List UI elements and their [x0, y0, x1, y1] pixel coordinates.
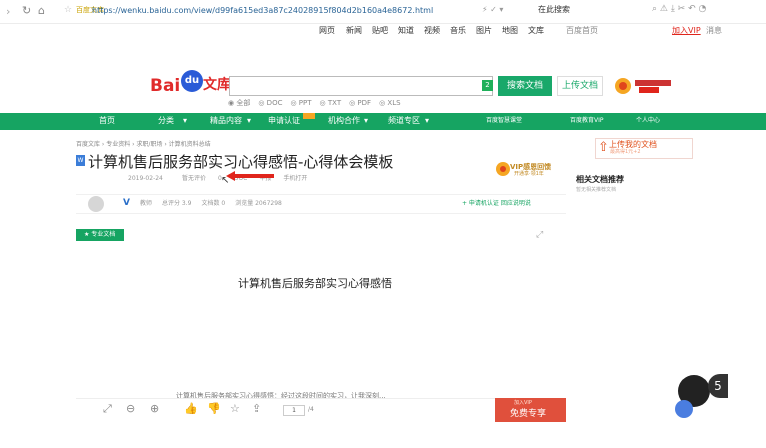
nav-smart-class[interactable]: 百度智慧课堂: [486, 118, 522, 124]
nav-category-caret-icon: ▾: [183, 116, 188, 125]
home-icon[interactable]: ⌂: [38, 5, 45, 16]
upload-card-sub: 最高得1元+2: [610, 149, 641, 155]
page-number-input[interactable]: 1: [283, 405, 305, 416]
search-button[interactable]: 搜索文档: [498, 76, 552, 96]
top-link-image[interactable]: 图片: [476, 27, 492, 35]
baidu-top-links: 网页 新闻 贴吧 知道 视频 音乐 图片 地图 文库 百度首页 加入VIP 消息: [0, 24, 766, 42]
doc-body-title: 计算机售后服务部实习心得感悟: [238, 277, 392, 290]
zoom-in-icon[interactable]: ⊕: [150, 403, 159, 414]
top-link-join-vip[interactable]: 加入VIP: [672, 27, 701, 35]
filter-xls[interactable]: ◎ XLS: [379, 99, 400, 107]
top-link-messages[interactable]: 消息: [706, 27, 722, 35]
filter-all[interactable]: ◉ 全部: [228, 99, 250, 107]
author-doc-count: 文档数 0: [201, 200, 226, 207]
upload-arrow-icon: ⇧: [598, 140, 609, 155]
nav-user-center[interactable]: 个人中心: [636, 118, 660, 124]
nav-certify[interactable]: 申请认证: [268, 117, 300, 125]
nav-category[interactable]: 分类: [158, 117, 174, 125]
nav-edu-vip[interactable]: 百度教育VIP: [570, 118, 604, 124]
logo-paw-icon[interactable]: du: [181, 70, 203, 92]
top-link-map[interactable]: 地图: [502, 27, 518, 35]
pro-doc-label: ★ 专业文档: [76, 229, 124, 241]
document-page: [76, 245, 566, 395]
top-link-baidu-home[interactable]: 百度首页: [566, 27, 598, 35]
upload-card-title[interactable]: 上传我的文档: [609, 141, 657, 149]
bookmark-star-icon[interactable]: ☆: [64, 6, 72, 15]
top-link-web[interactable]: 网页: [319, 27, 335, 35]
top-link-zhidao[interactable]: 知道: [398, 27, 414, 35]
join-vip-label[interactable]: 加入VIP: [514, 401, 532, 406]
top-link-video[interactable]: 视频: [424, 27, 440, 35]
fullscreen-icon[interactable]: ⤢: [103, 403, 112, 414]
floating-help-icon[interactable]: [675, 400, 693, 418]
author-stats: 教师 总评分 3.9 文档数 0 浏览量 2067298: [140, 201, 292, 207]
nav-home[interactable]: 首页: [99, 117, 115, 125]
favorite-star-icon[interactable]: ☆: [230, 403, 240, 414]
back-icon[interactable]: ›: [6, 6, 10, 17]
nav-new-badge: [303, 113, 315, 119]
related-docs-empty: 暂无相关推荐文档: [576, 187, 617, 193]
nav-channel[interactable]: 频道专区: [388, 117, 420, 125]
breadcrumb[interactable]: 百度文库 › 专业资料 › 求职/职场 › 计算机资料总结: [76, 142, 211, 148]
browser-tools-icons[interactable]: ⌕ ⚠ ⤓ ✂ ↶ ◔: [652, 5, 706, 14]
nav-institution[interactable]: 机构合作: [328, 117, 360, 125]
doc-title: 计算机售后服务部实习心得感悟-心得体会模板: [88, 153, 394, 171]
filter-ppt[interactable]: ◎ PPT: [290, 99, 311, 107]
free-exclusive-label[interactable]: 免费专享: [510, 410, 546, 419]
lightning-icon[interactable]: ⚡ ✓ ▾: [482, 6, 503, 14]
vip-feedback-sub: 开通享·领1年: [514, 171, 544, 177]
browser-search[interactable]: 在此搜索: [538, 6, 570, 14]
author-role: 教师: [140, 200, 153, 207]
author-score: 总评分 3.9: [162, 200, 192, 207]
mouse-cursor-icon: ↖: [221, 175, 230, 186]
doc-rating: 暂无评价: [182, 175, 207, 182]
like-icon[interactable]: 👍: [184, 403, 198, 414]
top-link-tieba[interactable]: 贴吧: [372, 27, 388, 35]
refresh-icon[interactable]: ↻: [22, 5, 31, 16]
nav-channel-caret-icon: ▾: [425, 116, 430, 125]
top-link-music[interactable]: 音乐: [450, 27, 466, 35]
nav-institution-caret-icon: ▾: [364, 116, 369, 125]
filter-pdf[interactable]: ◎ PDF: [349, 99, 371, 107]
file-type-filters: ◉ 全部 ◎ DOC ◎ PPT ◎ TXT ◎ PDF ◎ XLS: [228, 100, 409, 107]
filter-doc[interactable]: ◎ DOC: [258, 99, 282, 107]
doc-date: 2019-02-24: [128, 175, 163, 182]
logo-wenku[interactable]: 文库: [203, 78, 231, 92]
pro-doc-label-text: 专业文档: [91, 231, 116, 238]
logo-bai[interactable]: Bai: [150, 78, 180, 95]
dislike-icon[interactable]: 👎: [207, 403, 221, 414]
zoom-out-icon[interactable]: ⊖: [126, 403, 135, 414]
fullscreen-expand-icon[interactable]: ⤢: [536, 231, 543, 240]
filter-txt[interactable]: ◎ TXT: [320, 99, 342, 107]
page-total: /4: [308, 406, 314, 413]
follow-link[interactable]: + 申请机认证 回应说明说: [462, 201, 531, 207]
search-input[interactable]: [229, 76, 493, 96]
verified-v-icon: V: [123, 198, 130, 208]
avatar[interactable]: [88, 196, 104, 212]
search-badge: 2: [482, 80, 493, 91]
main-nav: 首页 分类 ▾ 精品内容 ▾ 申请认证 机构合作 ▾ 频道专区 ▾ 百度智慧课堂…: [0, 113, 766, 130]
red-arrow-shaft: [234, 174, 274, 178]
vip-promo-banner[interactable]: [613, 75, 675, 97]
share-icon[interactable]: ⇪: [252, 403, 261, 414]
address-bar[interactable]: https://wenku.baidu.com/view/d99fa615ed3…: [92, 7, 433, 15]
floating-badge-number[interactable]: 5: [708, 374, 728, 398]
top-link-wenku[interactable]: 文库: [528, 27, 544, 35]
author-view-count: 浏览量 2067298: [235, 200, 282, 207]
related-docs-title: 相关文档推荐: [576, 175, 624, 184]
word-doc-icon: W: [76, 155, 85, 166]
upload-doc-button[interactable]: 上传文档: [557, 76, 603, 96]
vip-feedback-title[interactable]: VIP感恩回馈: [510, 164, 551, 171]
nav-premium-caret-icon: ▾: [247, 116, 252, 125]
mobile-open-link[interactable]: 手机打开: [283, 175, 307, 182]
nav-premium[interactable]: 精品内容: [210, 117, 242, 125]
top-link-news[interactable]: 新闻: [346, 27, 362, 35]
